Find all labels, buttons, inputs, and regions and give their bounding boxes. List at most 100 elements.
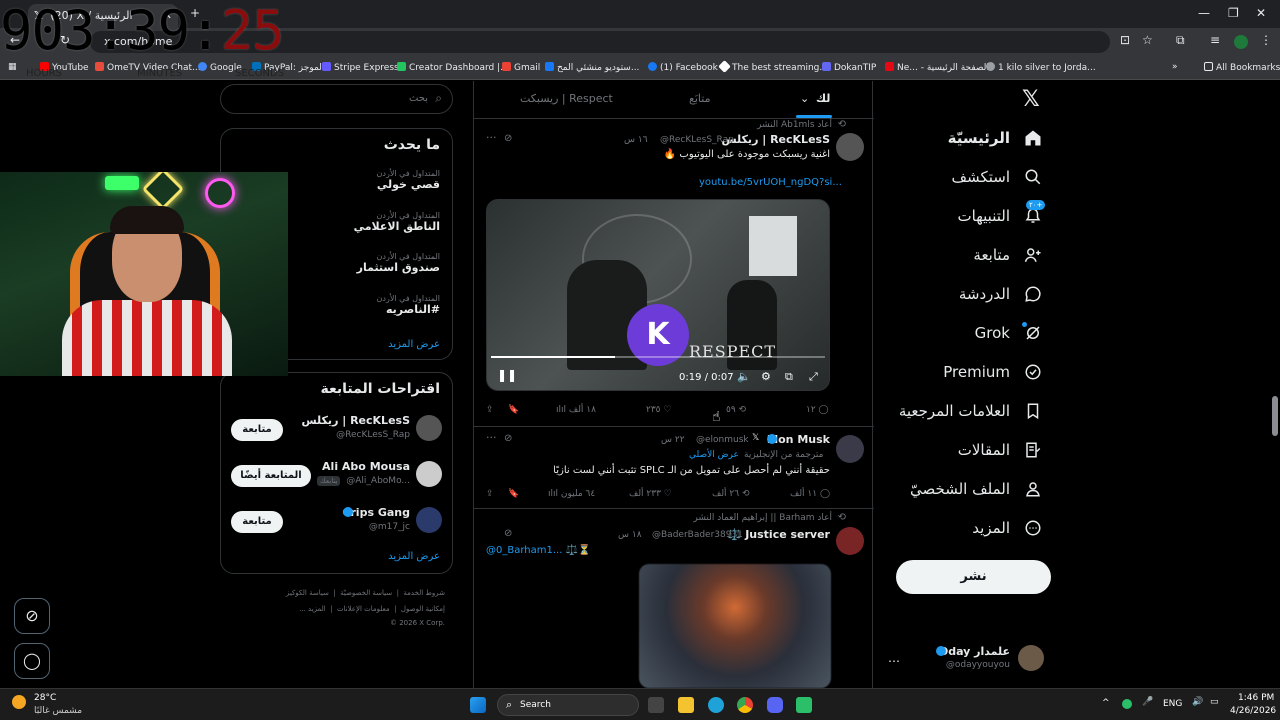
tweet-avatar[interactable] [836, 527, 864, 555]
restore-icon[interactable]: ❐ [1228, 6, 1239, 20]
more-icon[interactable]: ··· [486, 431, 497, 444]
tweet[interactable]: Elon Musk 𝕏 @elonmusk ٢٢ س ⊘ ··· مترجمة … [474, 427, 874, 509]
grok-icon[interactable]: ⊘ [504, 133, 512, 144]
bookmarks-overflow-icon[interactable]: » [1172, 62, 1178, 72]
follow-suggestion[interactable]: RecKLesS | ريكلس @RecKLesS_Rap متابعة [221, 411, 452, 451]
mute-icon[interactable]: 🔈 [737, 370, 751, 383]
bookmark-stripe[interactable]: Stripe Express [322, 62, 399, 73]
trend-item[interactable]: المتداول في الأردن صندوق استثمار [357, 252, 440, 274]
nav-notifications[interactable]: +٢٠ التنبيهات [958, 200, 1046, 225]
tab-following[interactable]: متابَع [689, 92, 710, 105]
tab-respect[interactable]: ريسبكت | Respect [520, 92, 613, 105]
views-count[interactable]: ılıl ٦٤ مليون [548, 489, 595, 499]
trends-show-more[interactable]: عرض المزيد [388, 339, 440, 350]
weather-temp[interactable]: 28°C [34, 693, 56, 703]
taskbar-search[interactable]: ⌕ Search [497, 694, 639, 716]
fullscreen-icon[interactable]: ⤢ [809, 370, 818, 384]
bookmark-netflix[interactable]: Ne... - الصفحة الرئيسية [885, 62, 989, 73]
nav-articles[interactable]: المقالات [958, 441, 1042, 459]
menu-icon[interactable]: ⋮ [1260, 33, 1272, 47]
bookmark-creator[interactable]: Creator Dashboard |... [397, 62, 509, 73]
nav-profile[interactable]: الملف الشخصيّ [910, 480, 1042, 498]
bookmark-facebook[interactable]: (1) Facebook [648, 62, 718, 73]
weather-icon[interactable] [12, 695, 26, 709]
file-explorer-icon[interactable] [678, 697, 694, 713]
footer-terms[interactable]: شروط الخدمة [403, 589, 445, 597]
minimize-icon[interactable]: — [1198, 6, 1210, 20]
grok-icon[interactable]: ⊘ [504, 528, 512, 539]
bookmark-gmail[interactable]: Gmail [502, 62, 540, 73]
taskbar-date[interactable]: 4/26/2026 [1230, 706, 1276, 716]
search-box[interactable]: ⌕ بحث [220, 84, 453, 114]
footer-cookies[interactable]: سياسة الكوكيز [286, 589, 329, 597]
nav-home[interactable]: الرئيسيّة [948, 129, 1042, 147]
views-count[interactable]: ılıl ١٨ ألف [556, 405, 596, 415]
footer-privacy[interactable]: سياسة الخصوصيّة [340, 589, 392, 597]
grok-floating-button[interactable]: ⊘ [14, 598, 50, 634]
chrome-icon[interactable] [737, 697, 753, 713]
tweet-text[interactable]: @0_Barham1... ⚖️⏳ [486, 545, 590, 556]
nav-bookmarks[interactable]: العلامات المرجعية [899, 402, 1042, 420]
nav-explore[interactable]: استكشف [952, 168, 1042, 186]
pause-icon[interactable]: ❚❚ [497, 368, 517, 382]
reply-count[interactable]: ١٢ ◯ [806, 405, 829, 415]
trend-item[interactable]: المتداول في الأردن الناطق الاعلامي [354, 211, 440, 233]
tab-for-you[interactable]: لك [816, 92, 830, 105]
edge-icon[interactable] [708, 697, 724, 713]
bookmark-streaming[interactable]: The best streaming... [718, 60, 828, 73]
follow-button[interactable]: متابعة [231, 419, 283, 441]
like-count[interactable]: ٢٣٥ ♡ [646, 405, 671, 415]
bookmark-dokantip[interactable]: DokanTIP [822, 62, 876, 73]
microphone-icon[interactable]: 🎤 [1142, 697, 1153, 707]
footer-ads[interactable]: معلومات الإعلانات [337, 605, 390, 613]
retweet-count[interactable]: ٥٩ ⟲ [726, 405, 746, 415]
page-scrollbar[interactable] [1272, 396, 1278, 436]
nav-premium[interactable]: Premium [943, 363, 1042, 381]
footer-more[interactable]: المزيد ... [299, 605, 326, 613]
tweet-avatar[interactable] [836, 133, 864, 161]
close-window-icon[interactable]: ✕ [1256, 6, 1266, 20]
task-view-icon[interactable] [648, 697, 664, 713]
bookmark-studio[interactable]: ستوديو منشئي المح... [545, 62, 639, 73]
follow-button[interactable]: متابعة [231, 511, 283, 533]
tweet-author-name[interactable]: Justice server ⚖️ [728, 528, 830, 541]
trend-item[interactable]: المتداول في الأردن قصي خولي [377, 169, 440, 191]
nav-follow[interactable]: متابعة [973, 246, 1042, 264]
network-icon[interactable]: ▭ [1210, 697, 1219, 707]
tweet-author-name[interactable]: RecKLesS | ريكلس [722, 133, 831, 146]
nav-grok[interactable]: Grok [975, 322, 1042, 342]
nav-more[interactable]: المزيد [972, 519, 1042, 537]
reading-list-icon[interactable]: ≡ [1210, 33, 1220, 47]
reply-count[interactable]: ١١ ألف ◯ [790, 489, 830, 499]
tray-app-icon[interactable] [1122, 699, 1132, 709]
bookmark-icon[interactable]: 🔖 [508, 489, 519, 499]
trend-item[interactable]: المتداول في الأردن #الناصريه [377, 294, 440, 316]
more-icon[interactable]: ··· [486, 131, 497, 144]
tweet-link[interactable]: youtu.be/5vrUOH_ngDQ?si... [699, 177, 842, 188]
footer-accessibility[interactable]: إمكانية الوصول [401, 605, 445, 613]
language-indicator[interactable]: ENG [1163, 699, 1182, 709]
post-button[interactable]: نشر [896, 560, 1051, 594]
follow-back-button[interactable]: المتابعة أيضًا [231, 465, 311, 487]
who-show-more[interactable]: عرض المزيد [388, 551, 440, 562]
bookmark-silver[interactable]: 1 kilo silver to Jorda... [986, 62, 1096, 73]
install-app-icon[interactable]: ⊡ [1120, 33, 1130, 47]
profile-avatar[interactable] [1234, 35, 1248, 49]
follow-suggestion[interactable]: Ali Abo Mousa @Ali_AboMo... يتابعك المتا… [221, 457, 452, 497]
like-count[interactable]: ٢٣٣ ألف ♡ [629, 489, 672, 499]
grok-icon[interactable]: ⊘ [504, 433, 512, 444]
tweet-image[interactable] [639, 564, 831, 688]
x-logo-icon[interactable]: 𝕏 [1022, 87, 1040, 112]
tweet[interactable]: أعاد Barham || إبراهيم العماد النشر ⟲ Ju… [474, 509, 874, 688]
discord-icon[interactable] [767, 697, 783, 713]
app-icon[interactable] [796, 697, 812, 713]
chevron-down-icon[interactable]: ⌄ [800, 92, 809, 105]
nav-chat[interactable]: الدردشة [959, 285, 1042, 303]
apps-icon[interactable]: ▦ [8, 62, 17, 72]
share-icon[interactable]: ⇪ [486, 489, 494, 499]
show-original-link[interactable]: عرض الأصلي [689, 450, 739, 460]
all-bookmarks[interactable]: All Bookmarks [1204, 62, 1280, 73]
pip-icon[interactable]: ⧉ [785, 370, 793, 384]
bookmark-icon[interactable]: 🔖 [508, 405, 519, 415]
follow-suggestion[interactable]: Crips Gang @m17_jc متابعة [221, 503, 452, 543]
